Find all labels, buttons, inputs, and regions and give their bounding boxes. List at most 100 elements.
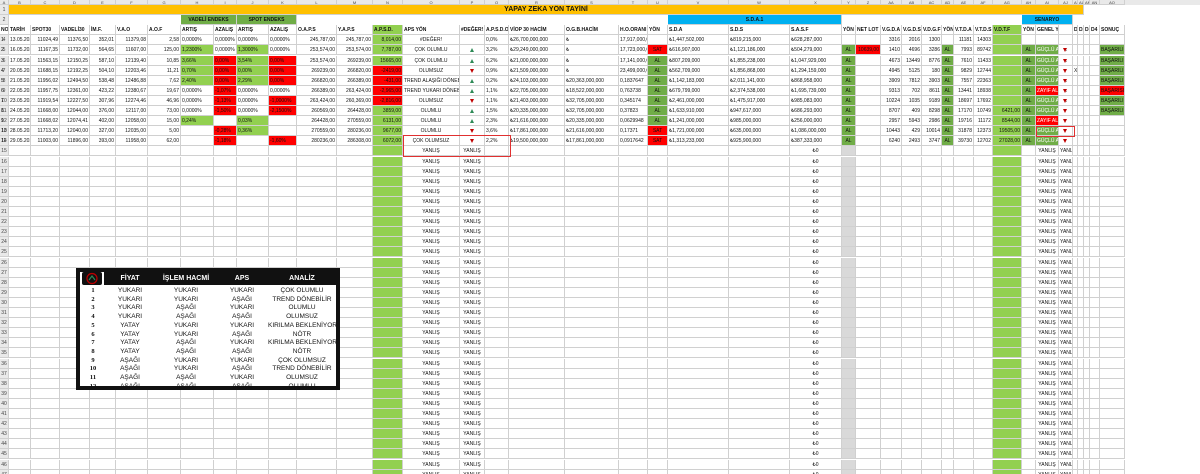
cell-imf[interactable]: 352,01 bbox=[90, 35, 116, 46]
cell[interactable] bbox=[509, 328, 565, 339]
row-number[interactable]: 40 bbox=[0, 398, 9, 409]
cell-zero[interactable]: ₺0 bbox=[790, 186, 842, 197]
cell[interactable] bbox=[31, 318, 60, 329]
cell[interactable] bbox=[90, 217, 116, 228]
cell[interactable] bbox=[974, 459, 993, 470]
cell-zero[interactable]: ₺0 bbox=[790, 196, 842, 207]
cell[interactable] bbox=[269, 398, 297, 409]
cell[interactable] bbox=[902, 409, 922, 420]
cell[interactable] bbox=[902, 398, 922, 409]
cell-yon3[interactable]: AL bbox=[942, 95, 954, 106]
cell-zero[interactable]: ₺0 bbox=[790, 368, 842, 379]
cell-imf[interactable]: 307,96 bbox=[90, 95, 116, 106]
cell-yanlis[interactable]: YANLIŞ bbox=[1059, 207, 1073, 218]
cell[interactable] bbox=[729, 287, 790, 298]
cell[interactable] bbox=[1090, 358, 1100, 369]
cell[interactable] bbox=[1090, 55, 1100, 66]
cell-vtds[interactable]: 11172 bbox=[974, 116, 993, 127]
cell[interactable] bbox=[1100, 449, 1125, 460]
cell-yanlis[interactable]: YANLIŞ bbox=[403, 196, 460, 207]
cell[interactable] bbox=[509, 247, 565, 258]
cell[interactable] bbox=[974, 419, 993, 430]
cell[interactable] bbox=[1090, 227, 1100, 238]
cell-yanlis[interactable]: YANLIŞ bbox=[403, 419, 460, 430]
cell[interactable] bbox=[509, 277, 565, 288]
cell-vdgf[interactable]: 3903 bbox=[922, 75, 942, 86]
cell[interactable] bbox=[881, 439, 902, 450]
cell[interactable] bbox=[1100, 348, 1125, 359]
cell[interactable] bbox=[116, 257, 148, 268]
cell[interactable] bbox=[1022, 419, 1036, 430]
cell[interactable] bbox=[60, 247, 90, 258]
cell-yanlis[interactable]: YANLIŞ bbox=[1036, 277, 1059, 288]
cell-yon[interactable]: SAT bbox=[648, 136, 668, 147]
cell[interactable] bbox=[974, 196, 993, 207]
cell[interactable] bbox=[237, 247, 269, 258]
cell[interactable] bbox=[619, 318, 648, 329]
column-label[interactable]: S.D.S bbox=[729, 25, 790, 36]
cell[interactable] bbox=[922, 146, 942, 157]
cell[interactable] bbox=[565, 439, 619, 450]
cell-yanlis[interactable]: YANLIŞ bbox=[460, 328, 485, 339]
cell[interactable] bbox=[729, 449, 790, 460]
cell-apsdo[interactable]: 0,0% bbox=[485, 35, 509, 46]
cell[interactable] bbox=[942, 338, 954, 349]
cell[interactable] bbox=[922, 156, 942, 167]
cell[interactable] bbox=[60, 398, 90, 409]
cell[interactable] bbox=[648, 176, 668, 187]
cell[interactable] bbox=[648, 297, 668, 308]
cell[interactable] bbox=[485, 207, 509, 218]
cell[interactable] bbox=[181, 156, 214, 167]
cell[interactable] bbox=[116, 409, 148, 420]
cell[interactable] bbox=[60, 419, 90, 430]
cell[interactable] bbox=[1022, 459, 1036, 470]
cell-vadeli[interactable]: 12150,25 bbox=[60, 55, 90, 66]
cell[interactable] bbox=[619, 378, 648, 389]
cell[interactable] bbox=[9, 257, 31, 268]
genel-direction-cell[interactable] bbox=[1059, 55, 1073, 66]
cell[interactable] bbox=[509, 439, 565, 450]
cell[interactable] bbox=[373, 358, 403, 369]
cell[interactable] bbox=[116, 419, 148, 430]
cell-yanlis[interactable]: YANLIŞ bbox=[1036, 409, 1059, 420]
cell[interactable] bbox=[337, 469, 373, 474]
cell-vtda[interactable]: 31878 bbox=[954, 126, 974, 137]
column-label[interactable]: İM.F. bbox=[90, 25, 116, 36]
cell[interactable] bbox=[214, 166, 237, 177]
cell[interactable] bbox=[485, 358, 509, 369]
cell-vadeli[interactable]: 12227,50 bbox=[60, 95, 90, 106]
cell[interactable] bbox=[1100, 217, 1125, 228]
cell-imf[interactable]: 587,10 bbox=[90, 55, 116, 66]
cell-yanlis[interactable]: YANLIŞ bbox=[403, 439, 460, 450]
cell-vtda[interactable]: 13441 bbox=[954, 85, 974, 96]
cell[interactable] bbox=[485, 217, 509, 228]
cell[interactable] bbox=[729, 388, 790, 399]
cell[interactable] bbox=[648, 267, 668, 278]
cell[interactable] bbox=[1090, 196, 1100, 207]
cell[interactable] bbox=[1090, 95, 1100, 106]
cell-yanlis[interactable]: YANLIŞ bbox=[403, 257, 460, 268]
cell-yon[interactable]: AL bbox=[648, 106, 668, 117]
cell[interactable] bbox=[974, 156, 993, 167]
cell-yanlis[interactable]: YANLIŞ bbox=[460, 358, 485, 369]
cell-sds[interactable]: ₺947,617,000 bbox=[729, 106, 790, 117]
cell[interactable] bbox=[1022, 358, 1036, 369]
cell[interactable] bbox=[954, 409, 974, 420]
cell[interactable] bbox=[993, 267, 1022, 278]
cell[interactable] bbox=[729, 227, 790, 238]
cell[interactable] bbox=[9, 156, 31, 167]
cell[interactable] bbox=[902, 328, 922, 339]
cell-yanlis[interactable]: YANLIŞ bbox=[460, 207, 485, 218]
cell-sonuc[interactable]: BAŞARILI bbox=[1100, 75, 1125, 86]
cell[interactable] bbox=[1022, 277, 1036, 288]
cell[interactable] bbox=[1100, 186, 1125, 197]
cell[interactable] bbox=[954, 227, 974, 238]
cell-no[interactable]: 4 bbox=[0, 65, 9, 76]
cell[interactable] bbox=[1022, 449, 1036, 460]
cell[interactable] bbox=[648, 247, 668, 258]
cell[interactable] bbox=[337, 348, 373, 359]
cell-zero[interactable]: ₺0 bbox=[790, 247, 842, 258]
cell[interactable] bbox=[9, 328, 31, 339]
cell[interactable] bbox=[619, 166, 648, 177]
cell-aof[interactable]: 2,58 bbox=[148, 35, 181, 46]
